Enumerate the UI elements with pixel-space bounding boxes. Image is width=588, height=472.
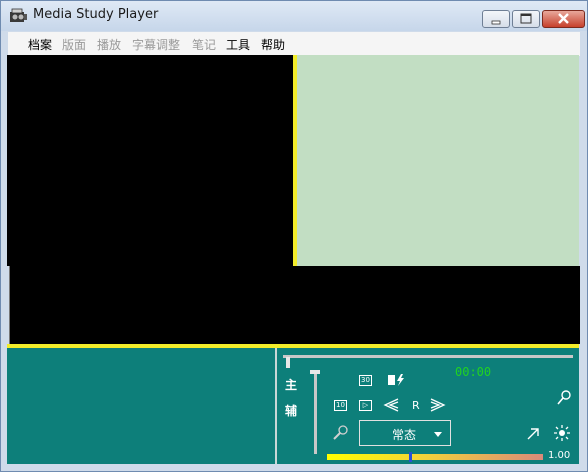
- repeat-button[interactable]: R: [412, 399, 420, 413]
- maximize-icon: [520, 13, 532, 24]
- menu-layout[interactable]: 版面: [62, 36, 86, 53]
- menu-tools[interactable]: 工具: [226, 36, 250, 53]
- repeat-a-icon: 30: [361, 376, 370, 384]
- play-mode-select[interactable]: 常态: [359, 420, 451, 446]
- close-icon: [558, 13, 569, 24]
- minimize-button[interactable]: [482, 10, 510, 28]
- maximize-button[interactable]: [512, 10, 540, 28]
- pin-icon[interactable]: [557, 390, 571, 406]
- play-mode-value: 常态: [392, 428, 417, 442]
- repeat-a-button[interactable]: 30: [359, 375, 372, 386]
- forward-button[interactable]: ▷: [359, 400, 372, 411]
- volume-thumb[interactable]: [310, 370, 320, 374]
- close-button[interactable]: [542, 10, 585, 28]
- menu-notes[interactable]: 笔记: [192, 36, 216, 53]
- expand-icon[interactable]: [526, 427, 540, 441]
- menu-subtitle-adjust[interactable]: 字幕调整: [132, 36, 180, 53]
- main-subtitle-label[interactable]: 主: [285, 376, 297, 393]
- position-slider[interactable]: [283, 355, 573, 368]
- speed-value: 1.00: [548, 450, 571, 461]
- back-button[interactable]: 10: [334, 400, 347, 411]
- window-title: Media Study Player: [33, 7, 159, 22]
- menu-play[interactable]: 播放: [97, 36, 121, 53]
- notes-area[interactable]: [297, 55, 579, 266]
- bookmark-flash-icon[interactable]: [387, 373, 407, 387]
- subtitle-area[interactable]: [9, 266, 580, 344]
- brightness-icon[interactable]: [553, 424, 571, 442]
- magnifier-icon[interactable]: [333, 424, 349, 440]
- forward-icon: ▷: [362, 401, 369, 409]
- menu-file[interactable]: 档案: [28, 36, 52, 53]
- volume-slider[interactable]: [314, 370, 317, 454]
- speed-slider[interactable]: [327, 454, 543, 460]
- app-icon: [10, 8, 27, 22]
- left-panel: [7, 348, 275, 464]
- time-display: 00:00: [455, 365, 492, 379]
- title-bar: Media Study Player: [1, 1, 587, 31]
- video-area[interactable]: [7, 55, 293, 266]
- minimize-icon: [491, 20, 501, 25]
- menu-help[interactable]: 帮助: [261, 36, 285, 53]
- menu-bar: 档案 版面 播放 字幕调整 笔记 工具 帮助: [8, 32, 580, 56]
- speed-thumb[interactable]: [409, 452, 412, 462]
- rewind-icon[interactable]: [383, 398, 399, 412]
- chevron-down-icon: [434, 432, 442, 437]
- position-thumb[interactable]: [286, 357, 290, 368]
- fast-forward-icon[interactable]: [430, 398, 446, 412]
- aux-subtitle-label[interactable]: 辅: [285, 402, 297, 419]
- back-icon: 10: [336, 401, 345, 409]
- control-panel: 00:00 主 辅 30 10 ▷ R 常态 1.00: [277, 348, 579, 464]
